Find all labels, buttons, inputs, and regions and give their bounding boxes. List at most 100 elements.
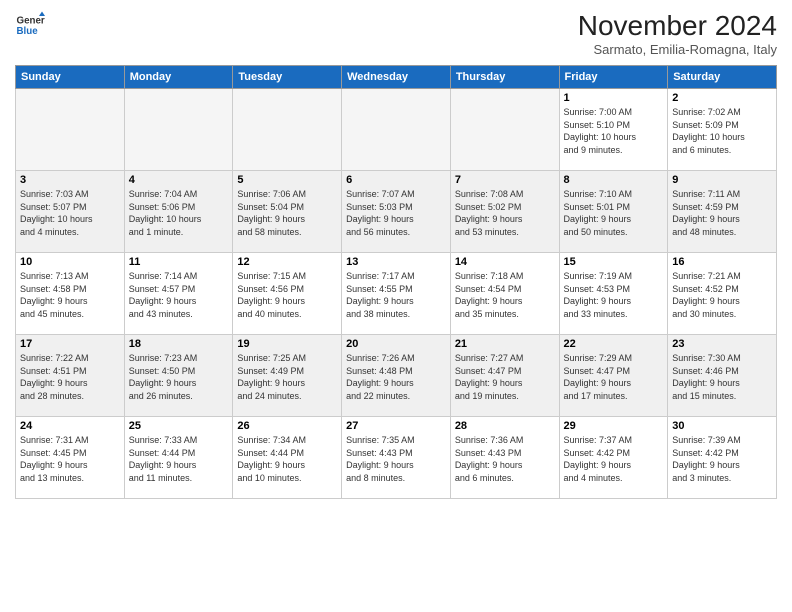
- day-info: Sunrise: 7:31 AMSunset: 4:45 PMDaylight:…: [20, 434, 120, 484]
- day-info: Sunrise: 7:13 AMSunset: 4:58 PMDaylight:…: [20, 270, 120, 320]
- day-number: 22: [564, 338, 664, 350]
- calendar-page: General Blue November 2024 Sarmato, Emil…: [0, 0, 792, 612]
- day-info: Sunrise: 7:25 AMSunset: 4:49 PMDaylight:…: [237, 352, 337, 402]
- table-row: 15 Sunrise: 7:19 AMSunset: 4:53 PMDayligh…: [559, 253, 668, 335]
- logo: General Blue: [15, 10, 45, 40]
- calendar-table: Sunday Monday Tuesday Wednesday Thursday…: [15, 65, 777, 499]
- col-friday: Friday: [559, 66, 668, 89]
- day-number: 17: [20, 338, 120, 350]
- subtitle: Sarmato, Emilia-Romagna, Italy: [578, 42, 777, 57]
- day-number: 4: [129, 174, 229, 186]
- day-info: Sunrise: 7:39 AMSunset: 4:42 PMDaylight:…: [672, 434, 772, 484]
- table-row: 12 Sunrise: 7:15 AMSunset: 4:56 PMDayligh…: [233, 253, 342, 335]
- col-monday: Monday: [124, 66, 233, 89]
- day-number: 23: [672, 338, 772, 350]
- svg-text:Blue: Blue: [17, 26, 39, 37]
- table-row: 20 Sunrise: 7:26 AMSunset: 4:48 PMDayligh…: [342, 335, 451, 417]
- day-info: Sunrise: 7:02 AMSunset: 5:09 PMDaylight:…: [672, 106, 772, 156]
- table-row: 7 Sunrise: 7:08 AMSunset: 5:02 PMDaylight…: [450, 171, 559, 253]
- table-row: 18Sunrise: 7:23 AMSunset: 4:50 PMDayligh…: [124, 335, 233, 417]
- day-number: 10: [20, 256, 120, 268]
- day-number: 14: [455, 256, 555, 268]
- table-row: [450, 89, 559, 171]
- calendar-week-2: 3Sunrise: 7:03 AMSunset: 5:07 PMDaylight…: [16, 171, 777, 253]
- day-number: 25: [129, 420, 229, 432]
- day-info: Sunrise: 7:34 AMSunset: 4:44 PMDaylight:…: [237, 434, 337, 484]
- table-row: 25 Sunrise: 7:33 AMSunset: 4:44 PMDayligh…: [124, 417, 233, 499]
- table-row: [124, 89, 233, 171]
- day-info: Sunrise: 7:17 AMSunset: 4:55 PMDaylight:…: [346, 270, 446, 320]
- day-number: 12: [237, 256, 337, 268]
- day-info: Sunrise: 7:26 AMSunset: 4:48 PMDaylight:…: [346, 352, 446, 402]
- day-info: Sunrise: 7:35 AMSunset: 4:43 PMDaylight:…: [346, 434, 446, 484]
- table-row: 24 Sunrise: 7:31 AMSunset: 4:45 PMDayligh…: [16, 417, 125, 499]
- day-info: Sunrise: 7:29 AMSunset: 4:47 PMDaylight:…: [564, 352, 664, 402]
- day-number: 7: [455, 174, 555, 186]
- table-row: 19Sunrise: 7:25 AMSunset: 4:49 PMDayligh…: [233, 335, 342, 417]
- calendar-week-5: 24 Sunrise: 7:31 AMSunset: 4:45 PMDayligh…: [16, 417, 777, 499]
- day-number: 5: [237, 174, 337, 186]
- day-info: Sunrise: 7:00 AMSunset: 5:10 PMDaylight:…: [564, 106, 664, 156]
- day-info: Sunrise: 7:10 AMSunset: 5:01 PMDaylight:…: [564, 188, 664, 238]
- calendar-header-row: Sunday Monday Tuesday Wednesday Thursday…: [16, 66, 777, 89]
- table-row: [16, 89, 125, 171]
- day-number: 24: [20, 420, 120, 432]
- day-info: Sunrise: 7:11 AMSunset: 4:59 PMDaylight:…: [672, 188, 772, 238]
- day-info: Sunrise: 7:21 AMSunset: 4:52 PMDaylight:…: [672, 270, 772, 320]
- table-row: 29 Sunrise: 7:37 AMSunset: 4:42 PMDayligh…: [559, 417, 668, 499]
- table-row: 5 Sunrise: 7:06 AMSunset: 5:04 PMDaylight…: [233, 171, 342, 253]
- table-row: 6Sunrise: 7:07 AMSunset: 5:03 PMDaylight…: [342, 171, 451, 253]
- table-row: 17Sunrise: 7:22 AMSunset: 4:51 PMDayligh…: [16, 335, 125, 417]
- day-info: Sunrise: 7:15 AMSunset: 4:56 PMDaylight:…: [237, 270, 337, 320]
- day-info: Sunrise: 7:08 AMSunset: 5:02 PMDaylight:…: [455, 188, 555, 238]
- day-number: 21: [455, 338, 555, 350]
- day-number: 16: [672, 256, 772, 268]
- table-row: [233, 89, 342, 171]
- table-row: 22 Sunrise: 7:29 AMSunset: 4:47 PMDayligh…: [559, 335, 668, 417]
- day-info: Sunrise: 7:04 AMSunset: 5:06 PMDaylight:…: [129, 188, 229, 238]
- calendar-week-1: 1 Sunrise: 7:00 AMSunset: 5:10 PMDaylight…: [16, 89, 777, 171]
- table-row: 14 Sunrise: 7:18 AMSunset: 4:54 PMDayligh…: [450, 253, 559, 335]
- day-number: 28: [455, 420, 555, 432]
- title-section: November 2024 Sarmato, Emilia-Romagna, I…: [578, 10, 777, 57]
- day-number: 27: [346, 420, 446, 432]
- day-number: 30: [672, 420, 772, 432]
- day-number: 6: [346, 174, 446, 186]
- day-number: 3: [20, 174, 120, 186]
- logo-icon: General Blue: [15, 10, 45, 40]
- table-row: 16 Sunrise: 7:21 AMSunset: 4:52 PMDayligh…: [668, 253, 777, 335]
- day-info: Sunrise: 7:18 AMSunset: 4:54 PMDaylight:…: [455, 270, 555, 320]
- day-info: Sunrise: 7:14 AMSunset: 4:57 PMDaylight:…: [129, 270, 229, 320]
- day-number: 20: [346, 338, 446, 350]
- table-row: 1 Sunrise: 7:00 AMSunset: 5:10 PMDaylight…: [559, 89, 668, 171]
- day-number: 15: [564, 256, 664, 268]
- table-row: 4 Sunrise: 7:04 AMSunset: 5:06 PMDaylight…: [124, 171, 233, 253]
- table-row: 23Sunrise: 7:30 AMSunset: 4:46 PMDayligh…: [668, 335, 777, 417]
- day-number: 13: [346, 256, 446, 268]
- table-row: 9Sunrise: 7:11 AMSunset: 4:59 PMDaylight…: [668, 171, 777, 253]
- table-row: 27 Sunrise: 7:35 AMSunset: 4:43 PMDayligh…: [342, 417, 451, 499]
- day-info: Sunrise: 7:19 AMSunset: 4:53 PMDaylight:…: [564, 270, 664, 320]
- day-number: 1: [564, 92, 664, 104]
- day-info: Sunrise: 7:33 AMSunset: 4:44 PMDaylight:…: [129, 434, 229, 484]
- day-info: Sunrise: 7:27 AMSunset: 4:47 PMDaylight:…: [455, 352, 555, 402]
- day-number: 18: [129, 338, 229, 350]
- table-row: 13 Sunrise: 7:17 AMSunset: 4:55 PMDayligh…: [342, 253, 451, 335]
- day-number: 11: [129, 256, 229, 268]
- day-number: 29: [564, 420, 664, 432]
- calendar-week-4: 17Sunrise: 7:22 AMSunset: 4:51 PMDayligh…: [16, 335, 777, 417]
- day-info: Sunrise: 7:06 AMSunset: 5:04 PMDaylight:…: [237, 188, 337, 238]
- col-tuesday: Tuesday: [233, 66, 342, 89]
- table-row: 10 Sunrise: 7:13 AMSunset: 4:58 PMDayligh…: [16, 253, 125, 335]
- day-info: Sunrise: 7:37 AMSunset: 4:42 PMDaylight:…: [564, 434, 664, 484]
- day-number: 8: [564, 174, 664, 186]
- table-row: 3Sunrise: 7:03 AMSunset: 5:07 PMDaylight…: [16, 171, 125, 253]
- table-row: 26 Sunrise: 7:34 AMSunset: 4:44 PMDayligh…: [233, 417, 342, 499]
- table-row: 8 Sunrise: 7:10 AMSunset: 5:01 PMDaylight…: [559, 171, 668, 253]
- table-row: [342, 89, 451, 171]
- day-number: 2: [672, 92, 772, 104]
- col-sunday: Sunday: [16, 66, 125, 89]
- table-row: 11 Sunrise: 7:14 AMSunset: 4:57 PMDayligh…: [124, 253, 233, 335]
- col-saturday: Saturday: [668, 66, 777, 89]
- day-number: 26: [237, 420, 337, 432]
